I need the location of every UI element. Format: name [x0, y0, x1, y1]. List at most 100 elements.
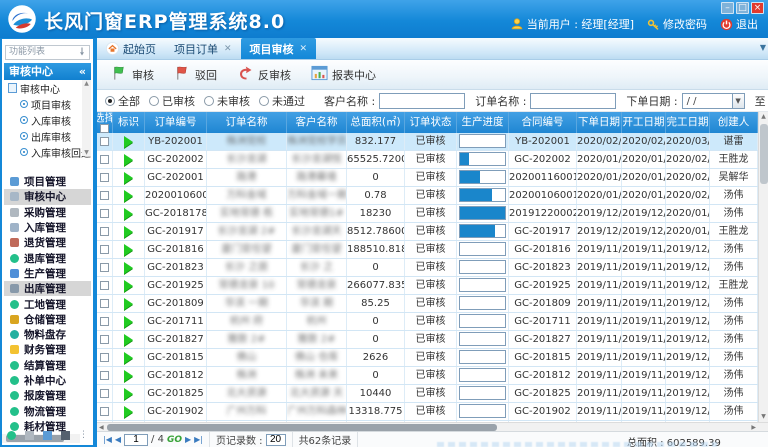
- customer-name-input[interactable]: [379, 93, 465, 109]
- scroll-up-icon[interactable]: ▲: [759, 112, 768, 122]
- status-radio[interactable]: 未通过: [259, 93, 305, 109]
- row-checkbox[interactable]: [100, 371, 109, 380]
- sidebar-item-inbound-mgmt[interactable]: 入库管理: [4, 220, 91, 235]
- column-header[interactable]: 开工日期: [622, 112, 666, 133]
- table-row[interactable]: GC-201812株洲株洲 未来0已审核GC-2018122019/11/202…: [97, 367, 768, 385]
- more-icon[interactable]: ⋮: [79, 431, 88, 440]
- scrollbar-thumb[interactable]: [760, 124, 768, 184]
- scroll-down-icon[interactable]: ▼: [759, 412, 768, 422]
- tree-vertical-scrollbar[interactable]: ▲▼: [82, 80, 91, 156]
- go-button[interactable]: GO: [167, 435, 182, 445]
- tab-overflow-icon[interactable]: ▼: [760, 43, 766, 52]
- tree-root[interactable]: 审核中心: [4, 80, 91, 96]
- tree-item[interactable]: 项目审核: [4, 96, 91, 112]
- sidebar-item-stock-return[interactable]: 退库管理: [4, 250, 91, 265]
- row-checkbox[interactable]: [100, 389, 109, 398]
- table-row[interactable]: GC-201823长沙 之居长沙 之0已审核GC-2018232019/11/2…: [97, 259, 768, 277]
- table-row[interactable]: GC-202002长沙龙湖长沙龙湖悦65525.7200..已审核GC-2020…: [97, 151, 768, 169]
- tab-project-audit[interactable]: 项目审核 ✕: [241, 38, 317, 59]
- tab-home[interactable]: 起始页: [97, 38, 165, 59]
- tab-project-orders[interactable]: 项目订单 ✕: [165, 38, 241, 59]
- logout-button[interactable]: 退出: [720, 16, 758, 32]
- status-radio[interactable]: 未审核: [204, 93, 250, 109]
- sidebar-item-site-mgmt[interactable]: 工地管理: [4, 296, 91, 311]
- edit-icon[interactable]: [43, 431, 52, 440]
- table-row[interactable]: GC-202001路港路港幕墙0已审核202001160012020/01/16…: [97, 169, 768, 187]
- row-checkbox[interactable]: [100, 353, 109, 362]
- column-header[interactable]: 选择: [97, 112, 113, 133]
- page-number-input[interactable]: [124, 434, 148, 446]
- table-row[interactable]: GC-201825北大资源北大资源 天10440已审核GC-2018252019…: [97, 385, 768, 403]
- table-row[interactable]: GC-201902广州万科广州万科森林13318.775已审核GC-201902…: [97, 403, 768, 421]
- scrollbar-thumb[interactable]: [107, 424, 497, 431]
- tree-item[interactable]: 出库审核: [4, 128, 91, 144]
- select-all-checkbox[interactable]: [100, 124, 109, 133]
- unaudit-button[interactable]: 反审核: [231, 61, 301, 88]
- sidebar-item-warehouse-mgmt[interactable]: 仓储管理: [4, 312, 91, 327]
- table-row[interactable]: GC-201711杭州 府杭州0已审核GC-2017112019/11/2020…: [97, 313, 768, 331]
- column-header[interactable]: 订单状态: [405, 112, 457, 133]
- column-header[interactable]: 总面积(㎡): [347, 112, 405, 133]
- function-list-box[interactable]: 功能列表: [5, 45, 90, 60]
- sidebar-item-scrap-mgmt[interactable]: 报废管理: [4, 388, 91, 403]
- sidebar-item-material-check[interactable]: 物料盘存: [4, 327, 91, 342]
- row-checkbox[interactable]: [100, 227, 109, 236]
- chevron-down-icon[interactable]: ▼: [732, 93, 745, 109]
- column-header[interactable]: 订单编号: [145, 112, 207, 133]
- page-size-input[interactable]: [266, 434, 286, 446]
- status-radio[interactable]: 已审核: [149, 93, 195, 109]
- table-row[interactable]: 20200106001万科金域万科金域一期0.78已审核202001060012…: [97, 187, 768, 205]
- close-button[interactable]: ×: [751, 2, 764, 14]
- user-icon[interactable]: [61, 431, 70, 440]
- change-password-button[interactable]: 修改密码: [647, 16, 707, 32]
- sidebar-item-purchase-mgmt[interactable]: 采购管理: [4, 205, 91, 220]
- vertical-scrollbar[interactable]: ▲ ▼: [758, 112, 768, 422]
- table-row[interactable]: GC-201827雅致 2#雅致 2#0已审核GC-2018272019/11/…: [97, 331, 768, 349]
- minimize-button[interactable]: –: [721, 2, 734, 14]
- prev-page-button[interactable]: ◀: [115, 435, 121, 444]
- horizontal-scrollbar[interactable]: ◀▶: [97, 422, 768, 431]
- row-checkbox[interactable]: [100, 173, 109, 182]
- column-header[interactable]: 完工日期: [666, 112, 710, 133]
- maximize-button[interactable]: □: [736, 2, 749, 14]
- report-center-button[interactable]: 报表中心: [305, 61, 386, 88]
- table-row[interactable]: GC-201917长沙龙湖 2#长沙龙湖天8512.78600..已审核GC-2…: [97, 223, 768, 241]
- table-row[interactable]: GC-201809华滨 一期华滨 期85.25已审核GC-2018092019/…: [97, 295, 768, 313]
- table-row[interactable]: YB-202001株洲党校株洲党校学员832.177已审核YB-20200120…: [97, 133, 768, 151]
- cart-icon[interactable]: [25, 431, 34, 440]
- column-header[interactable]: 创建人: [710, 112, 758, 133]
- order-date-input[interactable]: / /: [682, 93, 732, 109]
- green-dot-icon[interactable]: [7, 431, 16, 440]
- status-radio[interactable]: 全部: [105, 93, 140, 109]
- sidebar-item-project-mgmt[interactable]: 项目管理: [4, 174, 91, 189]
- last-page-button[interactable]: ▶|: [194, 435, 203, 444]
- pin-icon[interactable]: [78, 46, 86, 57]
- first-page-button[interactable]: |◀: [103, 435, 112, 444]
- sidebar-item-audit-center[interactable]: 审核中心: [4, 189, 91, 204]
- sidebar-item-outbound-mgmt[interactable]: 出库管理: [4, 281, 91, 296]
- sidebar-section-header[interactable]: 审核中心 «: [4, 63, 91, 80]
- row-checkbox[interactable]: [100, 245, 109, 254]
- sidebar-item-returns-mgmt[interactable]: 退货管理: [4, 235, 91, 250]
- table-row[interactable]: GC-201925常德龙泉 10常德龙泉266077.835..已审核GC-20…: [97, 277, 768, 295]
- reject-button[interactable]: 驳回: [168, 61, 227, 88]
- row-checkbox[interactable]: [100, 191, 109, 200]
- row-checkbox[interactable]: [100, 281, 109, 290]
- row-checkbox[interactable]: [100, 317, 109, 326]
- table-row[interactable]: GC-201815佛山佛山 仓库2626已审核GC-2018152019/11/…: [97, 349, 768, 367]
- next-page-button[interactable]: ▶: [185, 435, 191, 444]
- order-name-input[interactable]: [530, 93, 616, 109]
- row-checkbox[interactable]: [100, 155, 109, 164]
- sidebar-item-reorder-center[interactable]: 补单中心: [4, 373, 91, 388]
- close-tab-icon[interactable]: ✕: [300, 44, 308, 54]
- table-row[interactable]: GC-201816厦门官任望厦门官任望188510.818已审核GC-20181…: [97, 241, 768, 259]
- sidebar-item-settlement-mgmt[interactable]: 结算管理: [4, 358, 91, 373]
- table-row[interactable]: GC-2018178实地常德 栋实地常德1#18230已审核2019122000…: [97, 205, 768, 223]
- row-checkbox[interactable]: [100, 209, 109, 218]
- column-header[interactable]: 生产进度: [457, 112, 509, 133]
- column-header[interactable]: 下单日期: [577, 112, 622, 133]
- row-checkbox[interactable]: [100, 407, 109, 416]
- sidebar-item-finance-mgmt[interactable]: 财务管理: [4, 342, 91, 357]
- tree-item[interactable]: 入库审核回退: [4, 144, 91, 160]
- row-checkbox[interactable]: [100, 335, 109, 344]
